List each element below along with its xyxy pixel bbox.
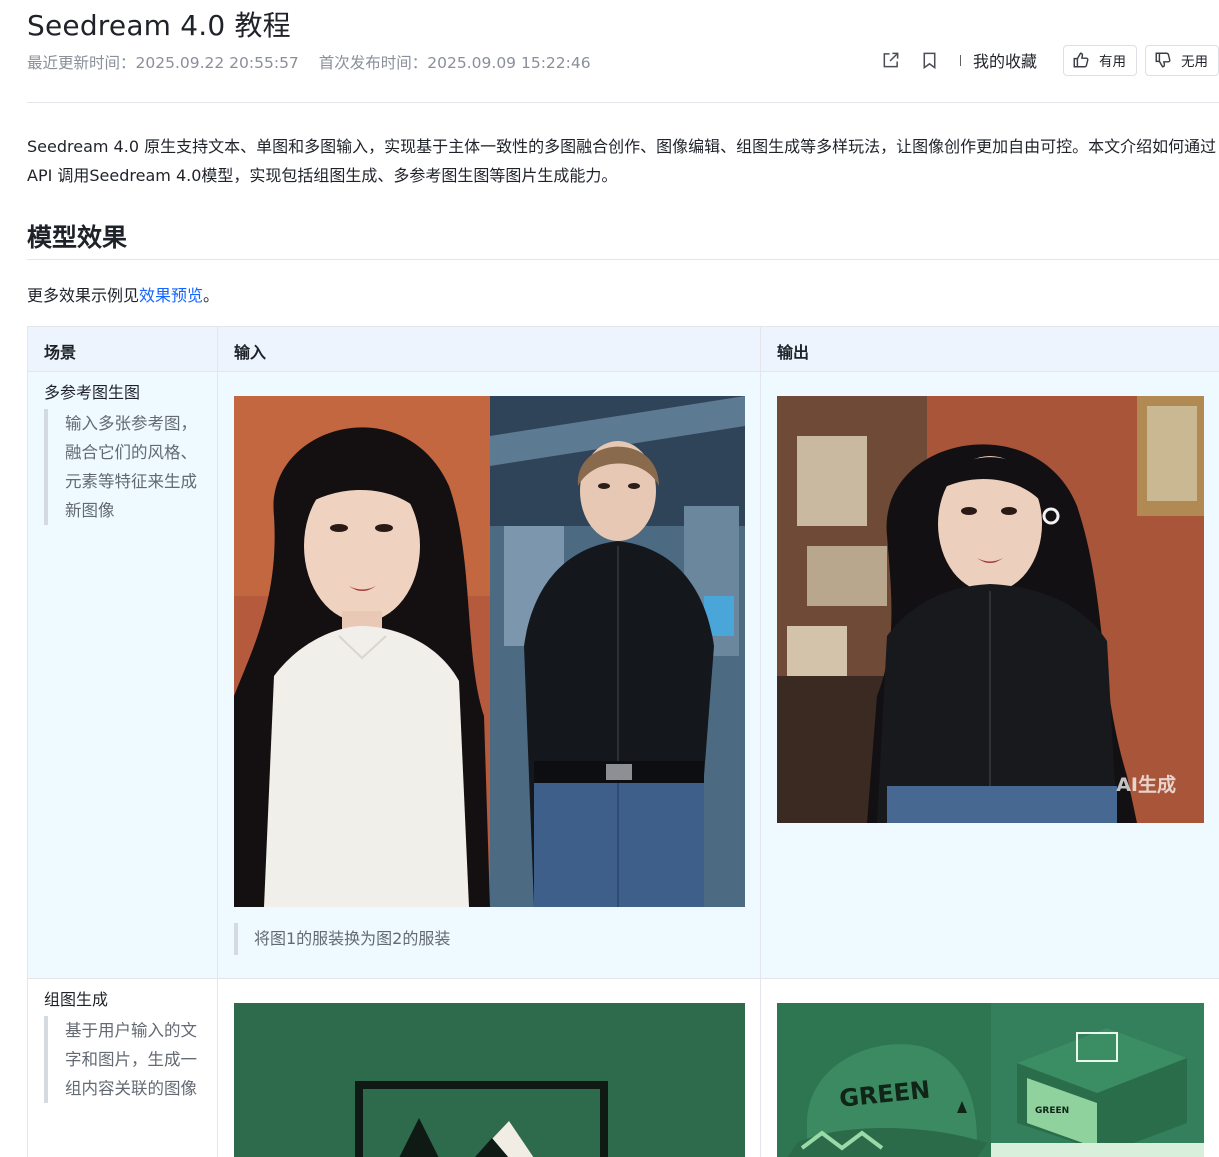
my-favorites-link[interactable]: 我的收藏 [973, 48, 1037, 72]
svg-text:GREEN: GREEN [1035, 1106, 1069, 1116]
input-caption: 将图1的服装换为图2的服装 [234, 923, 760, 955]
scene-description: 基于用户输入的文字和图片，生成一组内容关联的图像 [44, 1016, 204, 1103]
bookmark-icon[interactable] [918, 48, 942, 72]
doc-toolbar: 我的收藏 有用 无用 [864, 44, 1219, 76]
input-cell: 将图1的服装换为图2的服装 [217, 371, 761, 979]
updated-time: 最近更新时间：2025.09.22 20:55:57 [27, 54, 299, 72]
scene-name: 组图生成 [44, 990, 109, 1009]
title-divider [27, 102, 1219, 103]
output-image: AI生成 [777, 396, 1204, 823]
scene-name: 多参考图生图 [44, 383, 141, 402]
table-header-row: 场景 输入 输出 [27, 326, 1219, 372]
thumbs-down-icon [1155, 52, 1171, 68]
toolbar-divider [959, 54, 961, 66]
useful-button[interactable]: 有用 [1063, 44, 1137, 76]
useless-label: 无用 [1181, 54, 1208, 70]
useless-button[interactable]: 无用 [1145, 44, 1219, 76]
page-title: Seedream 4.0 教程 [27, 9, 291, 42]
input-cell [217, 978, 761, 1157]
table-row: 组图生成 基于用户输入的文字和图片，生成一组内容关联的图像 GREEN GREE… [27, 978, 1219, 1157]
intro-paragraph: Seedream 4.0 原生支持文本、单图和多图输入，实现基于主体一致性的多图… [27, 137, 1217, 185]
published-time: 首次发布时间：2025.09.09 15:22:46 [318, 54, 591, 72]
useful-label: 有用 [1099, 54, 1126, 70]
thumbs-up-icon [1073, 52, 1089, 68]
header-scene: 场景 [27, 326, 218, 372]
share-external-icon[interactable] [879, 48, 903, 72]
doc-meta: 最近更新时间：2025.09.22 20:55:57 首次发布时间：2025.09… [27, 51, 591, 73]
ai-generated-watermark: AI生成 [1116, 774, 1176, 796]
scene-cell: 组图生成 基于用户输入的文字和图片，生成一组内容关联的图像 [27, 978, 218, 1157]
scene-description: 输入多张参考图，融合它们的风格、元素等特征来生成新图像 [44, 409, 204, 525]
effects-table: 场景 输入 输出 多参考图生图 输入多张参考图，融合它们的风格、元素等特征来生成… [27, 326, 1219, 1157]
table-row: 多参考图生图 输入多张参考图，融合它们的风格、元素等特征来生成新图像 将图1的服… [27, 371, 1219, 979]
header-input: 输入 [217, 326, 761, 372]
more-examples-text: 更多效果示例见效果预览。 [27, 286, 220, 305]
section-divider [27, 259, 1219, 260]
output-cell: GREEN GREEN [760, 978, 1219, 1157]
input-logo-image [234, 1003, 745, 1157]
header-output: 输出 [760, 326, 1219, 372]
scene-cell: 多参考图生图 输入多张参考图，融合它们的风格、元素等特征来生成新图像 [27, 371, 218, 979]
effect-preview-link[interactable]: 效果预览 [139, 286, 203, 305]
output-cell: AI生成 [760, 371, 1219, 979]
output-image-set: GREEN GREEN [777, 1003, 1204, 1157]
section-heading: 模型效果 [27, 223, 128, 252]
input-reference-images [234, 396, 745, 907]
